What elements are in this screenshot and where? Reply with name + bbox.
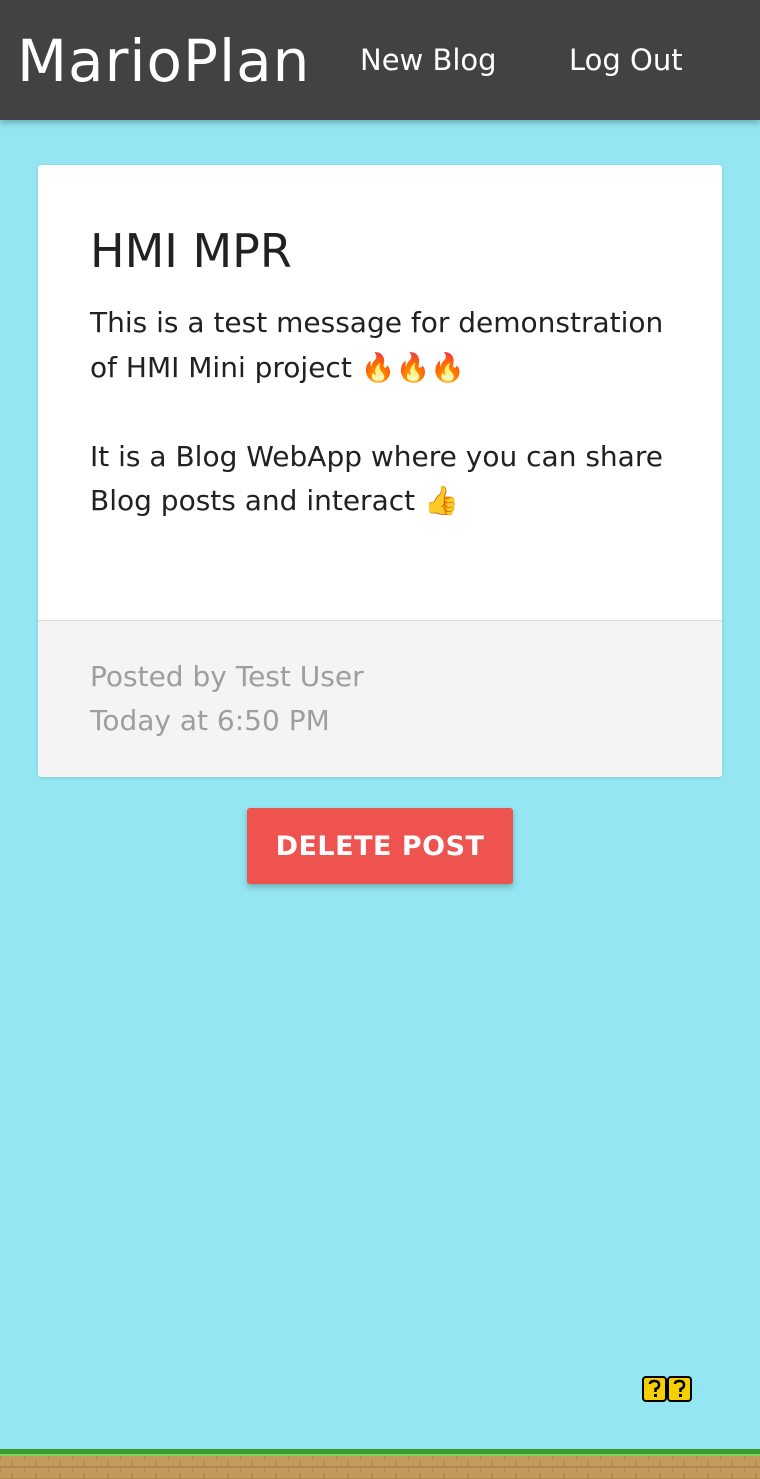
post-content: This is a test message for demonstration… [90, 301, 670, 524]
post-card: HMI MPR This is a test message for demon… [38, 165, 722, 777]
post-paragraph: It is a Blog WebApp where you can share … [90, 439, 672, 518]
question-block-icon [642, 1376, 692, 1402]
new-blog-link[interactable]: New Blog [360, 40, 497, 80]
post-title: HMI MPR [90, 224, 292, 278]
post-timestamp: Today at 6:50 PM [90, 704, 330, 737]
ground-decoration [0, 1449, 760, 1479]
navbar: MarioPlan New Blog Log Out [0, 0, 760, 120]
log-out-link[interactable]: Log Out [569, 40, 683, 80]
brand-logo-link[interactable]: MarioPlan [17, 23, 310, 99]
post-author: Posted by Test User [90, 660, 364, 693]
post-meta-section: Posted by Test User Today at 6:50 PM [38, 620, 722, 777]
post-paragraph: This is a test message for demonstration… [90, 306, 673, 384]
delete-post-button[interactable]: DELETE POST [247, 808, 513, 884]
